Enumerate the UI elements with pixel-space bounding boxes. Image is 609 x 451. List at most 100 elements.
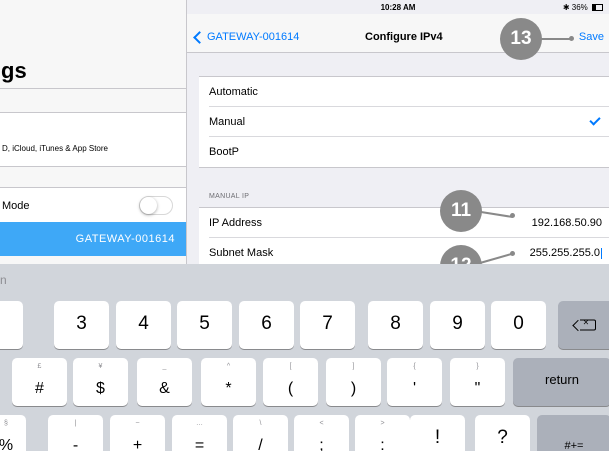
ip-address-row: IP Address 192.168.50.90	[199, 208, 609, 238]
sidebar-item-account-subtitle: D, iCloud, iTunes & App Store	[2, 144, 108, 153]
key-asterisk[interactable]: ^ *	[201, 358, 256, 406]
checkmark-icon	[589, 114, 601, 126]
return-key[interactable]: return	[513, 358, 609, 406]
key-5[interactable]: 5	[177, 301, 232, 349]
key-alt-label: §	[4, 420, 8, 427]
key-alt-label: ]	[352, 363, 355, 370]
key-label: (	[287, 380, 294, 397]
key-label: =	[194, 437, 205, 451]
key-alt-label: ~	[135, 420, 140, 427]
option-label: Manual	[209, 116, 246, 128]
key-minus[interactable]: | -	[48, 415, 103, 451]
option-manual[interactable]: Manual	[199, 107, 609, 137]
key-label: 4	[138, 313, 149, 334]
status-indicators: ✱ 36%	[563, 3, 603, 12]
key-label: 3	[76, 313, 87, 334]
key-4[interactable]: 4	[116, 301, 171, 349]
key-label: ;	[319, 437, 324, 451]
key-quote[interactable]: } "	[450, 358, 505, 406]
settings-sidebar: gs D, iCloud, iTunes & App Store Mode GA…	[0, 0, 187, 264]
key-3[interactable]: 3	[54, 301, 109, 349]
callout-dot	[569, 36, 574, 41]
key-colon[interactable]: >:	[355, 415, 410, 451]
key-right-paren[interactable]: ])	[326, 358, 381, 406]
settings-title: gs	[1, 58, 27, 83]
divider	[0, 88, 186, 89]
key-label: )	[350, 380, 357, 397]
key-hash[interactable]: £ #	[12, 358, 67, 406]
callout-dot	[510, 251, 515, 256]
option-label: BootP	[209, 146, 239, 158]
key-label: '	[412, 380, 417, 397]
key-dollar[interactable]: ¥ $	[73, 358, 128, 406]
option-label: Automatic	[209, 86, 258, 98]
key-label: !	[434, 427, 441, 448]
back-button-label: GATEWAY-001614	[207, 31, 300, 43]
key-slash[interactable]: \ /	[233, 415, 288, 451]
subnet-mask-label: Subnet Mask	[209, 247, 274, 259]
sidebar-item-account[interactable]: D, iCloud, iTunes & App Store	[0, 113, 186, 166]
key-label: #	[35, 380, 44, 397]
key-equals[interactable]: … =	[172, 415, 227, 451]
key-label: :	[380, 437, 385, 451]
key-plus[interactable]: ~ +	[110, 415, 165, 451]
key-label: 9	[452, 313, 463, 334]
key-9[interactable]: 9	[430, 301, 485, 349]
key-semicolon[interactable]: <;	[294, 415, 349, 451]
key-alt-label: _	[162, 363, 167, 370]
option-automatic[interactable]: Automatic	[199, 77, 609, 107]
suggestion-bar: n	[0, 264, 609, 294]
backspace-key[interactable]: ×	[558, 301, 609, 349]
key-apostrophe[interactable]: {'	[387, 358, 442, 406]
key-alt-label: <	[319, 420, 324, 427]
status-bar: 10:28 AM ✱ 36%	[187, 0, 609, 14]
key-alt-label: {	[413, 363, 416, 370]
status-time: 10:28 AM	[380, 3, 416, 12]
key-2[interactable]: 2	[0, 301, 23, 349]
key-label: 7	[322, 313, 333, 334]
key-label: -	[72, 437, 79, 451]
sidebar-item-mode-label: Mode	[2, 200, 30, 212]
key-label: 2	[0, 313, 23, 335]
key-exclamation[interactable]: !	[410, 415, 465, 451]
key-alt-label: \	[259, 420, 262, 427]
key-0[interactable]: 0	[491, 301, 546, 349]
save-button[interactable]: Save	[579, 31, 604, 43]
key-7[interactable]: 7	[300, 301, 355, 349]
key-label: /	[258, 437, 263, 451]
callout-dot	[510, 213, 515, 218]
mode-toggle[interactable]	[139, 196, 173, 215]
navigation-bar: GATEWAY-001614 Configure IPv4 Save	[187, 14, 609, 53]
sidebar-item-gateway[interactable]: GATEWAY-001614	[0, 222, 186, 256]
subnet-mask-field[interactable]: 255.255.255.0	[462, 247, 602, 259]
manual-ip-group: IP Address 192.168.50.90 Subnet Mask 255…	[199, 207, 609, 264]
ip-address-field[interactable]: 192.168.50.90	[462, 217, 602, 229]
key-alt-label: |	[74, 420, 77, 427]
key-8[interactable]: 8	[368, 301, 423, 349]
key-label: 6	[261, 313, 272, 334]
key-percent[interactable]: §%	[0, 415, 26, 451]
battery-percent: 36%	[571, 3, 588, 12]
battery-icon	[592, 4, 603, 12]
back-button[interactable]: GATEWAY-001614	[193, 30, 300, 44]
key-label: "	[474, 380, 481, 397]
option-bootp[interactable]: BootP	[199, 137, 609, 167]
divider	[0, 166, 186, 167]
callout-line	[541, 38, 571, 40]
ip-address-label: IP Address	[209, 217, 262, 229]
key-label: %	[0, 437, 14, 451]
subnet-mask-row: Subnet Mask 255.255.255.0	[199, 238, 609, 264]
key-question[interactable]: ?	[475, 415, 530, 451]
onscreen-keyboard: n 2 3 4 5 6 7 8 9 0 × £# ¥$ _& ^* [( ]) …	[0, 264, 609, 451]
sidebar-item-gateway-label: GATEWAY-001614	[75, 233, 175, 245]
key-alt-label: …	[196, 420, 203, 427]
shift-symbols-key[interactable]: #+=	[537, 415, 609, 451]
key-label: &	[159, 380, 170, 397]
return-key-label: return	[545, 372, 579, 387]
key-alt-label: £	[37, 363, 42, 370]
key-6[interactable]: 6	[239, 301, 294, 349]
text-cursor	[601, 247, 602, 259]
key-left-paren[interactable]: [(	[263, 358, 318, 406]
key-ampersand[interactable]: _ &	[137, 358, 192, 406]
key-label: 5	[199, 313, 210, 334]
